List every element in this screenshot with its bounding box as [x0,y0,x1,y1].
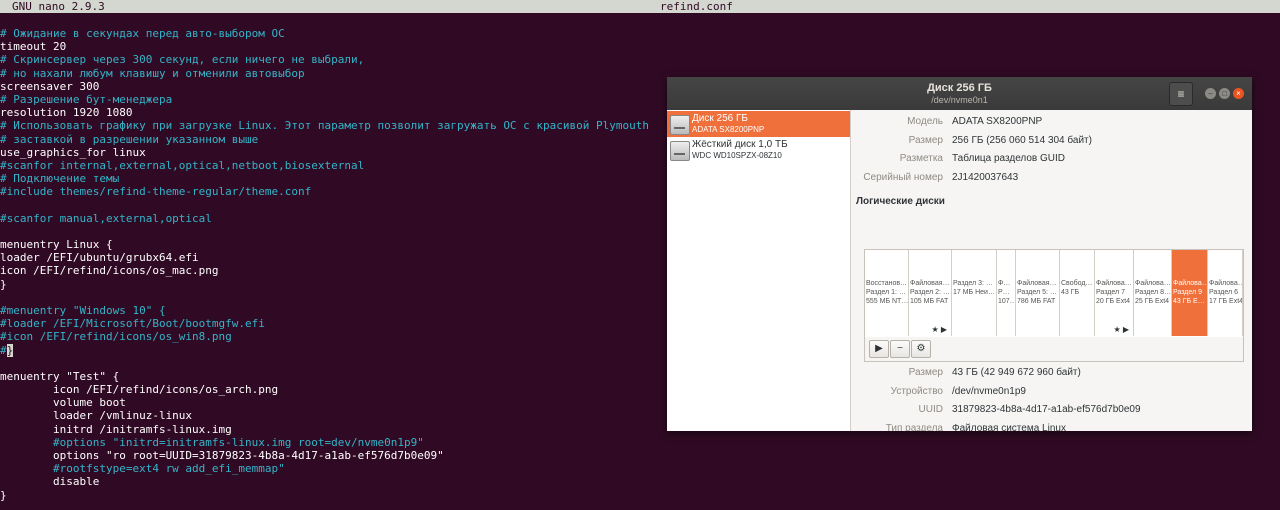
volume-segment[interactable]: Раздел 3: … 17 МБ Неи… [952,250,997,336]
volume-info-label: Устройство [890,385,943,397]
volume-segment[interactable]: Файлова… Раздел 8… 25 ГБ Ext4 [1134,250,1172,336]
disk-info-value: Таблица разделов GUID [952,153,1066,164]
gears-icon[interactable]: ⚙ [911,340,931,358]
disk-name: Диск 256 ГБ [692,113,748,124]
code-line: } [0,488,7,502]
code-line: options "ro root=UUID=31879823-4b8a-4d17… [0,449,444,462]
volume-label: Восстанов… [866,280,908,287]
volume-label: Файлова… [1135,280,1171,287]
volumes-title: Логические диски [856,196,945,207]
disk-info-value: 256 ГБ (256 060 514 304 байт) [952,134,1092,146]
volume-label: Раздел 6 [1209,289,1238,296]
disk-list-sidebar: Диск 256 ГБ ADATA SX8200PNP Жёсткий диск 1… [667,110,851,431]
volume-label: Файловая… [910,280,950,287]
disk-info-label: Разметка [899,153,943,164]
volume-segment[interactable]: Файлова… Раздел 7 20 ГБ Ext4 ★ ▶ [1095,250,1134,336]
volume-segment[interactable]: Ф… Р… 107… [997,250,1016,336]
close-icon[interactable]: × [1233,88,1244,99]
volume-label: Файлова… [1173,280,1208,287]
play-icon[interactable]: ▶ [869,340,889,358]
volume-toolbar: ▶ − ⚙ [864,337,1244,362]
volume-label: Р… [998,289,1010,296]
sidebar-disk-item[interactable]: Диск 256 ГБ ADATA SX8200PNP [667,111,850,137]
code-line: #rootfstype=ext4 rw add_efi_memmap" [0,462,285,476]
volume-label: 43 ГБ Е… [1173,298,1205,305]
text-cursor: } [6,343,14,357]
volume-segment[interactable]: Свобод… 43 ГБ [1060,250,1095,336]
volume-info-label: Размер [908,367,943,378]
volume-info-value: /dev/nvme0n1p9 [952,385,1026,397]
volume-label: 107… [998,298,1016,305]
disk-model: WDC WD10SPZX-08Z10 [692,151,782,160]
volume-label: 105 МБ FAT [910,298,949,305]
volume-info-value: Файловая система Linux [952,422,1066,432]
disk-info-label: Модель [907,116,943,127]
volume-segment[interactable]: Восстанов… Раздел 1: … 555 МБ NT… [865,250,909,336]
maximize-icon[interactable]: □ [1219,88,1230,99]
volume-label: Раздел 5: … [1017,289,1057,296]
disk-info-value: 2J1420037643 [952,171,1019,183]
window-subtitle: /dev/nvme0n1 [931,95,988,105]
mount-flags-icon: ★ ▶ [931,325,947,334]
code-line: # Скринсервер через 300 секунд, если нич… [0,53,365,67]
volume-info-value: 43 ГБ (42 949 672 960 байт) [952,367,1081,378]
hamburger-icon[interactable]: ≡ [1169,82,1193,106]
mount-flags-icon: ★ ▶ [1113,325,1129,334]
volume-info-label: UUID [918,404,943,415]
volume-segment[interactable]: Файловая… Раздел 2: … 105 МБ FAT ★ ▶ [909,250,952,336]
disk-info-label: Размер [908,134,943,146]
disks-window: Диск 256 ГБ /dev/nvme0n1 ≡ – □ × Диск 25… [667,77,1252,431]
nano-title-bar: GNU nano 2.9.3 refind.conf [0,0,1280,13]
volume-label: Ф… [998,280,1011,287]
volume-label: 786 МБ FAT [1017,298,1056,305]
volumes-map: Восстанов… Раздел 1: … 555 МБ NT… Файловая…… [864,249,1244,339]
code-line: # Ожидание в секундах перед авто-выбором… [0,27,285,40]
volume-label: 20 ГБ Ext4 [1096,298,1131,305]
volume-label: Раздел 2: … [910,289,950,296]
volume-label: Раздел 8… [1135,289,1171,296]
volume-label: 17 ГБ Ext4 [1209,298,1243,305]
volume-label: Файловая… [1017,280,1057,287]
code-line: timeout 20 [0,40,67,54]
volume-label: Раздел 9 [1173,289,1202,296]
volume-label: Свобод… [1061,280,1093,287]
volume-label: Раздел 7 [1096,289,1125,296]
disks-title-bar[interactable]: Диск 256 ГБ /dev/nvme0n1 ≡ – □ × [667,77,1252,110]
volume-segment[interactable]: Файлова… Раздел 9 43 ГБ Е… [1172,250,1208,336]
nano-version: GNU nano 2.9.3 [12,0,105,13]
volume-segment[interactable]: Файлова… Раздел 6 17 ГБ Ext4 [1208,250,1243,336]
disk-info-label: Серийный номер [863,171,943,183]
disk-info-value: ADATA SX8200PNP [952,116,1043,127]
minus-icon[interactable]: − [890,340,910,358]
disk-name: Жёсткий диск 1,0 ТБ [692,139,788,150]
code-line: #options "initrd=initramfs-linux.img roo… [0,435,424,449]
volume-label: Раздел 3: … [953,280,993,287]
disk-details: Модель ADATA SX8200PNP Размер 256 ГБ (256 0… [851,110,1252,431]
volume-info-label: Тип раздела [885,422,943,432]
hard-disk-icon [670,141,690,161]
volume-label: 17 МБ Неи… [953,289,995,296]
minimize-icon[interactable]: – [1205,88,1216,99]
window-title: Диск 256 ГБ [927,82,992,94]
code-line: disable [0,475,100,489]
volume-label: 25 ГБ Ext4 [1135,298,1170,305]
volume-label: 43 ГБ [1061,289,1080,296]
nano-file-name: refind.conf [660,0,733,13]
sidebar-disk-item[interactable]: Жёсткий диск 1,0 ТБ WDC WD10SPZX-08Z10 [667,137,850,163]
hard-disk-icon [670,115,690,135]
volume-label: Раздел 1: … [866,289,906,296]
disk-model: ADATA SX8200PNP [692,125,765,134]
volume-label: 555 МБ NT… [866,298,909,305]
volume-info-value: 31879823-4b8a-4d17-a1ab-ef576d7b0e09 [952,404,1141,415]
volume-segment[interactable]: Файловая… Раздел 5: … 786 МБ FAT [1016,250,1060,336]
volume-label: Файлова… [1209,280,1243,287]
volume-label: Файлова… [1096,280,1132,287]
